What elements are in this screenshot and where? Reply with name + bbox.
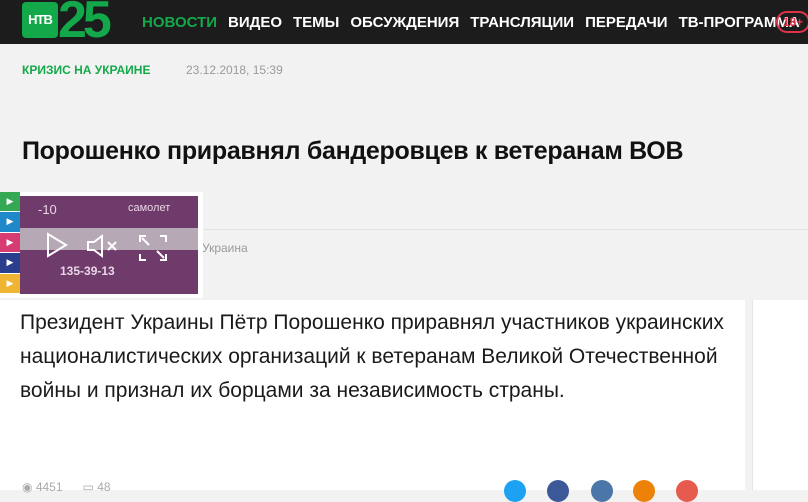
geo-tag-link[interactable]: Украина [202, 241, 248, 255]
mute-icon[interactable] [86, 234, 126, 258]
strip-play-icon-navy[interactable]: ▶ [0, 253, 20, 273]
ntv-logo[interactable]: НТВ 25 [22, 0, 122, 49]
strip-play-icon-green[interactable]: ▶ [0, 192, 20, 212]
eye-icon: ◉ [22, 480, 33, 494]
article-stats: ◉ 4451 ▭ 48 [22, 480, 111, 494]
article-datetime: 23.12.2018, 15:39 [186, 63, 283, 77]
twitter-share-icon[interactable] [504, 480, 526, 502]
video-frame[interactable]: -10 самолет 135-39-13 [20, 196, 198, 294]
play-icon[interactable] [46, 232, 68, 258]
views-count: 4451 [35, 480, 63, 494]
comments-count[interactable]: 48 [97, 480, 110, 494]
odnoklassniki-share-icon[interactable] [633, 480, 655, 502]
fullscreen-icon[interactable] [138, 234, 168, 262]
ad-left-mark: -10 [38, 202, 57, 217]
nav-item-broadcasts[interactable]: ТРАНСЛЯЦИИ [470, 14, 574, 31]
article-lead-text: Президент Украины Пётр Порошенко приравн… [20, 311, 724, 402]
anniversary-number: 25 [58, 0, 112, 49]
strip-play-icon-pink[interactable]: ▶ [0, 232, 20, 253]
nav-item-shows[interactable]: ПЕРЕДАЧИ [585, 14, 668, 31]
right-sidebar-panel [752, 300, 808, 490]
article-rubric-link[interactable]: КРИЗИС НА УКРАИНЕ [22, 63, 150, 77]
nav-item-discussions[interactable]: ОБСУЖДЕНИЯ [350, 14, 459, 31]
facebook-share-icon[interactable] [547, 480, 569, 502]
nav-item-video[interactable]: ВИДЕО [228, 14, 282, 31]
ad-brand-name: самолет [128, 202, 171, 214]
rss-share-icon[interactable] [676, 480, 698, 502]
floating-video-player[interactable]: ▶ ▶ ▶ ▶ ▶ -10 самолет 135-39-13 [0, 192, 203, 298]
player-side-strip: ▶ ▶ ▶ ▶ ▶ [0, 192, 20, 298]
comment-icon: ▭ [82, 480, 94, 494]
nav-item-news[interactable]: НОВОСТИ [142, 14, 217, 31]
ad-phone-number: 135-39-13 [60, 264, 115, 278]
nav-item-topics[interactable]: ТЕМЫ [293, 14, 339, 31]
top-navigation-bar: НТВ 25 НОВОСТИ ВИДЕО ТЕМЫ ОБСУЖДЕНИЯ ТРА… [0, 0, 808, 49]
strip-play-icon-yellow[interactable]: ▶ [0, 273, 20, 293]
age-rating-badge: 18+ [776, 11, 808, 33]
strip-play-icon-blue[interactable]: ▶ [0, 212, 20, 232]
ntv-logo-mark: НТВ [22, 2, 58, 38]
main-menu: НОВОСТИ ВИДЕО ТЕМЫ ОБСУЖДЕНИЯ ТРАНСЛЯЦИИ… [142, 0, 808, 44]
article-headline: Порошенко приравнял бандеровцев к ветера… [22, 137, 684, 165]
vk-share-icon[interactable] [591, 480, 613, 502]
